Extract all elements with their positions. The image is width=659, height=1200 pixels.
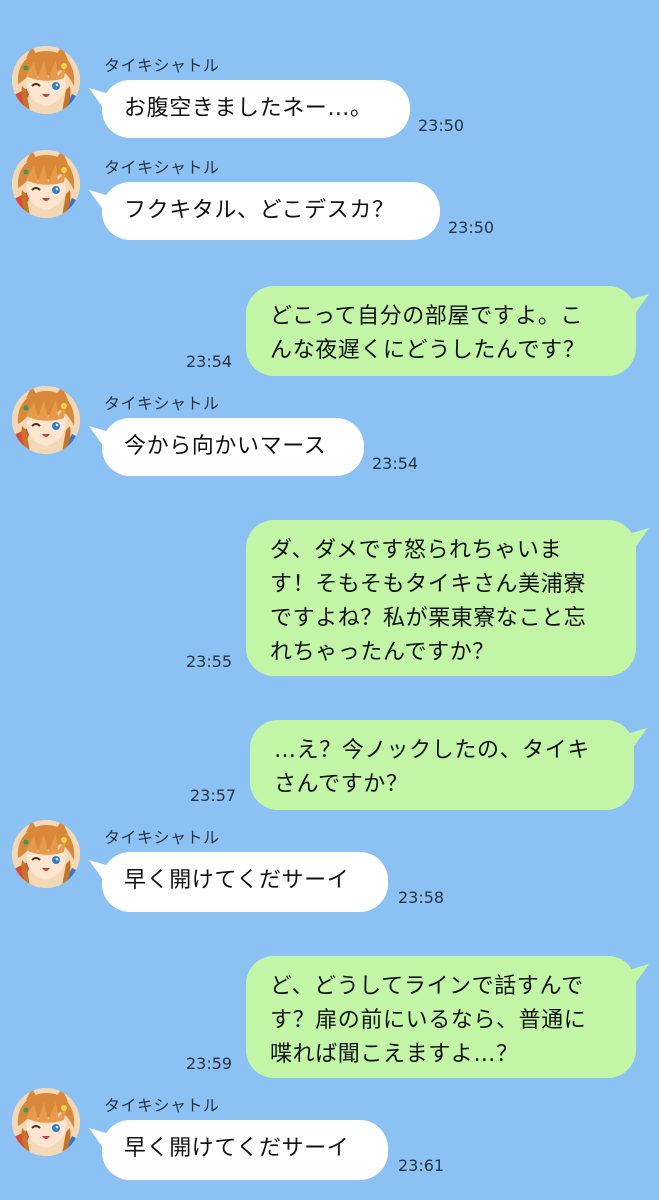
message-bubble[interactable]: 早く開けてくだサーイ	[102, 1120, 388, 1180]
sender-name: タイキシャトル	[104, 828, 220, 847]
sender-name: タイキシャトル	[104, 158, 220, 177]
message-bubble[interactable]: 早く開けてくだサーイ	[102, 852, 388, 912]
taiki-shuttle-avatar-icon[interactable]	[12, 386, 80, 454]
chat-window[interactable]: タイキシャトル お腹空きましたネー…。 23:50 タイキシャトル フクキタル、…	[0, 0, 659, 1200]
message-time: 23:54	[372, 454, 419, 473]
message-time: 23:54	[186, 352, 233, 371]
sender-name: タイキシャトル	[104, 1096, 220, 1115]
message-bubble[interactable]: ど、どうしてラインで話すんで す？扉の前にいるなら、普通に 喋れば聞こえますよ……	[246, 956, 636, 1078]
message-time: 23:55	[186, 652, 233, 671]
message-bubble[interactable]: どこって自分の部屋ですよ。こ んな夜遅くにどうしたんです？	[246, 286, 636, 376]
message-bubble[interactable]: お腹空きましたネー…。	[102, 80, 410, 138]
sender-name: タイキシャトル	[104, 56, 220, 75]
message-time: 23:50	[448, 218, 495, 237]
message-bubble[interactable]: …え？今ノックしたの、タイキ さんですか？	[250, 720, 634, 810]
message-bubble[interactable]: 今から向かいマース	[102, 418, 364, 476]
message-time: 23:57	[190, 786, 237, 805]
message-time: 23:58	[398, 888, 445, 907]
message-time: 23:50	[418, 116, 465, 135]
taiki-shuttle-avatar-icon[interactable]	[12, 820, 80, 888]
message-bubble[interactable]: フクキタル、どこデスカ？	[102, 182, 440, 240]
taiki-shuttle-avatar-icon[interactable]	[12, 1088, 80, 1156]
message-time: 23:61	[398, 1156, 445, 1175]
taiki-shuttle-avatar-icon[interactable]	[12, 150, 80, 218]
taiki-shuttle-avatar-icon[interactable]	[12, 46, 80, 114]
message-bubble[interactable]: ダ、ダメです怒られちゃいま す！そもそもタイキさん美浦寮 ですよね？私が栗東寮な…	[246, 520, 636, 676]
message-time: 23:59	[186, 1054, 233, 1073]
sender-name: タイキシャトル	[104, 394, 220, 413]
